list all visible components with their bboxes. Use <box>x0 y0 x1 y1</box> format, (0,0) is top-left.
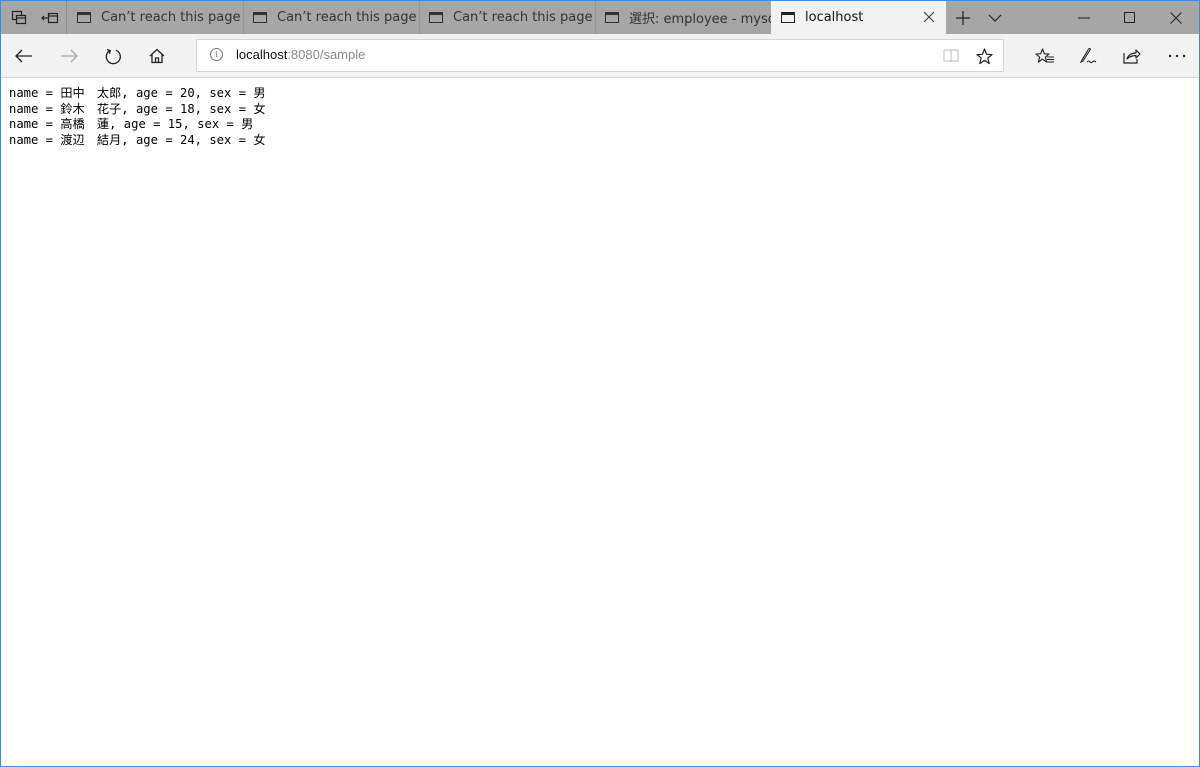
restore-tabs-button[interactable] <box>34 1 66 34</box>
refresh-button[interactable] <box>95 38 131 74</box>
tab-localhost[interactable]: localhost <box>771 1 946 34</box>
more-icon <box>1168 54 1186 58</box>
employee-output: name = 田中 太郎, age = 20, sex = 男 name = 鈴木… <box>9 86 266 148</box>
home-button[interactable] <box>139 38 175 74</box>
tab-employee-mysql[interactable]: 選択: employee - mysq <box>595 1 771 34</box>
tabs-aside-button[interactable] <box>3 1 35 34</box>
page-content: name = 田中 太郎, age = 20, sex = 男 name = 鈴木… <box>1 78 1199 766</box>
url-host: localhost <box>236 47 288 62</box>
employee-line: name = 高橋 蓮, age = 15, sex = 男 <box>9 117 254 131</box>
home-icon <box>149 48 165 64</box>
browser-window: Can’t reach this page Can’t reach this p… <box>0 0 1200 767</box>
navigation-bar: i localhost:8080/sample <box>1 34 1199 78</box>
tab-title: Can’t reach this page <box>101 10 241 25</box>
close-window-button[interactable] <box>1153 1 1199 34</box>
back-button[interactable] <box>6 38 42 74</box>
url-path: :8080/sample <box>287 47 366 62</box>
pen-icon <box>1079 47 1097 64</box>
favorites-hub-button[interactable] <box>1027 38 1063 74</box>
employee-line: name = 渡辺 結月, age = 24, sex = 女 <box>9 132 266 147</box>
tabs-aside-icon <box>11 10 27 24</box>
restore-tabs-icon <box>41 12 59 23</box>
tab-bar: Can’t reach this page Can’t reach this p… <box>1 1 1199 34</box>
forward-button[interactable] <box>51 38 87 74</box>
web-notes-button[interactable] <box>1070 38 1106 74</box>
tab-cant-reach-3[interactable]: Can’t reach this page <box>419 1 595 34</box>
share-button[interactable] <box>1114 38 1150 74</box>
tab-cant-reach-2[interactable]: Can’t reach this page <box>243 1 419 34</box>
maximize-icon <box>1124 11 1135 23</box>
tab-title: Can’t reach this page <box>453 10 593 25</box>
book-icon <box>943 49 959 63</box>
tab-title: Can’t reach this page <box>277 10 417 25</box>
close-icon <box>1170 11 1182 24</box>
maximize-button[interactable] <box>1107 1 1153 34</box>
tab-title: localhost <box>805 10 864 25</box>
star-icon <box>975 47 993 64</box>
add-favorite-button[interactable] <box>972 44 996 68</box>
share-icon <box>1123 49 1141 64</box>
reading-view-button[interactable] <box>939 44 963 68</box>
page-icon <box>253 12 267 23</box>
arrow-left-icon <box>15 49 32 63</box>
page-icon <box>605 12 619 23</box>
tab-title: 選択: employee - mysq <box>629 12 771 27</box>
close-icon <box>923 11 935 23</box>
chevron-down-icon <box>988 14 1002 22</box>
tab-cant-reach-1[interactable]: Can’t reach this page <box>67 1 243 34</box>
tab-list-button[interactable] <box>979 1 1011 34</box>
tab-close-button[interactable] <box>920 8 938 26</box>
employee-line: name = 鈴木 花子, age = 18, sex = 女 <box>9 101 266 116</box>
site-info-icon[interactable]: i <box>210 48 223 61</box>
page-icon <box>429 12 443 23</box>
new-tab-button[interactable] <box>947 1 979 34</box>
plus-icon <box>956 10 970 25</box>
arrow-right-icon <box>61 49 78 63</box>
minimize-button[interactable] <box>1061 1 1107 34</box>
page-icon <box>77 12 91 23</box>
refresh-icon <box>105 48 121 64</box>
employee-line: name = 田中 太郎, age = 20, sex = 男 <box>9 86 266 100</box>
favorites-list-icon <box>1035 47 1054 63</box>
more-button[interactable] <box>1159 38 1195 74</box>
address-url[interactable]: localhost:8080/sample <box>236 47 365 62</box>
minimize-icon <box>1078 17 1090 18</box>
page-icon <box>781 12 795 23</box>
address-bar[interactable]: i localhost:8080/sample <box>196 39 1004 72</box>
